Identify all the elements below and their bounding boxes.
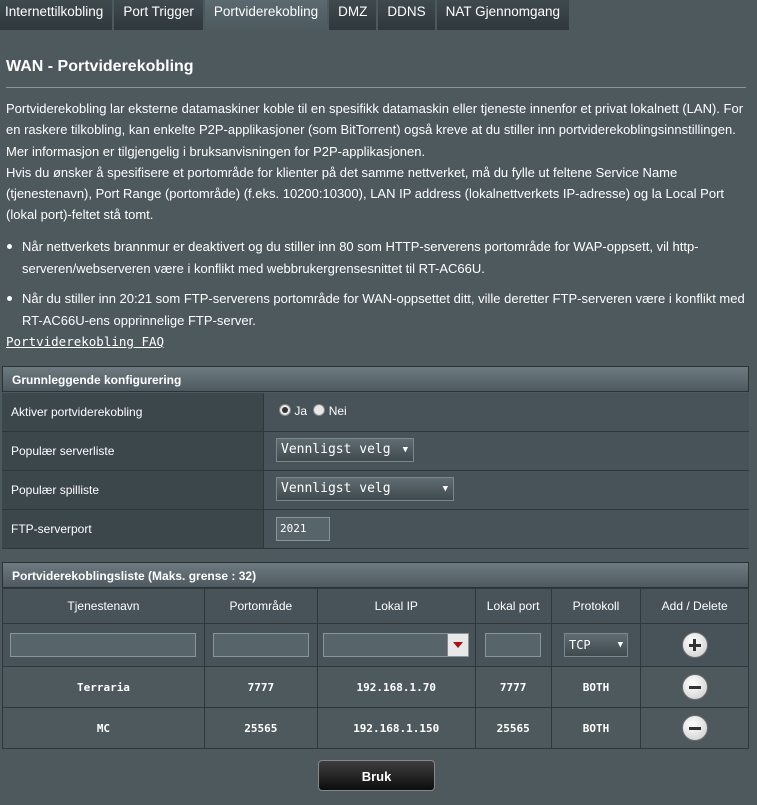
game-list-row: Populær spilliste Vennligst velg ▼: [2, 471, 749, 510]
delete-icon[interactable]: [681, 674, 708, 700]
service-name-input[interactable]: [10, 633, 197, 657]
col-protocol: Protokoll: [550, 588, 642, 624]
new-entry-row: TCP ▼: [2, 623, 749, 667]
cell-local-ip: 192.168.1.150: [316, 707, 476, 749]
radio-yes-label: Ja: [294, 404, 308, 418]
tab-ddns[interactable]: DDNS: [378, 0, 437, 30]
ftp-port-row: FTP-serverport 2021: [2, 510, 749, 549]
tab-bar: Internettilkobling Port Trigger Portvide…: [0, 0, 571, 30]
port-range-input[interactable]: [212, 633, 309, 657]
ip-dropdown-icon[interactable]: [447, 634, 469, 656]
cell-port-range: 7777: [203, 666, 318, 708]
forward-list-header: Portviderekoblingsliste (Maks. grense : …: [2, 562, 749, 588]
enable-radio-group: Ja Nei: [279, 404, 347, 418]
col-add-delete: Add / Delete: [640, 588, 749, 624]
game-list-label: Populær spilliste: [2, 471, 264, 509]
description: Portviderekobling lar eksterne datamaski…: [6, 98, 748, 226]
tab-internet[interactable]: Internettilkobling: [0, 0, 115, 30]
add-icon[interactable]: [681, 632, 708, 658]
protocol-value: TCP: [568, 638, 591, 652]
cell-port-range: 25565: [203, 707, 318, 749]
col-port-range: Portområde: [203, 588, 318, 624]
enable-row: Aktiver portviderekobling Ja Nei: [2, 393, 749, 432]
radio-yes[interactable]: [279, 404, 291, 416]
cell-local-port: 25565: [474, 707, 552, 749]
server-list-row: Populær serverliste Vennligst velg ▼: [2, 432, 749, 471]
local-ip-input[interactable]: [323, 633, 470, 657]
local-port-input[interactable]: [485, 633, 542, 657]
note-item: Når du stiller inn 20:21 som FTP-servere…: [6, 288, 748, 331]
dropdown-arrow-icon: ▼: [402, 445, 408, 455]
tab-nat-passthrough[interactable]: NAT Gjennomgang: [436, 0, 571, 30]
cell-service-name: Terraria: [2, 666, 205, 708]
server-list-value: Vennligst velg: [281, 442, 391, 457]
apply-button[interactable]: Bruk: [318, 760, 435, 791]
dropdown-arrow-icon: ▼: [442, 484, 448, 494]
server-list-select[interactable]: Vennligst velg ▼: [276, 438, 414, 462]
cell-service-name: MC: [2, 707, 205, 749]
description-paragraph: Portviderekobling lar eksterne datamaski…: [6, 101, 744, 159]
table-row: MC 25565 192.168.1.150 25565 BOTH: [2, 707, 749, 749]
tab-port-forwarding[interactable]: Portviderekobling: [204, 0, 330, 30]
notes-list: Når nettverkets brannmur er deaktivert o…: [6, 236, 748, 340]
forward-list-table: Tjenestenavn Portområde Lokal IP Lokal p…: [2, 588, 749, 749]
cell-protocol: BOTH: [550, 707, 642, 749]
faq-link[interactable]: Portviderekobling FAQ: [6, 334, 164, 349]
radio-no[interactable]: [313, 404, 326, 416]
server-list-label: Populær serverliste: [2, 432, 264, 470]
basic-config-header: Grunnleggende konfigurering: [2, 366, 749, 392]
game-list-select[interactable]: Vennligst velg ▼: [276, 477, 454, 501]
cell-protocol: BOTH: [550, 666, 642, 708]
tab-port-trigger[interactable]: Port Trigger: [114, 0, 205, 30]
tab-dmz[interactable]: DMZ: [329, 0, 379, 30]
dropdown-arrow-icon: ▼: [617, 640, 623, 650]
ftp-port-input[interactable]: 2021: [276, 517, 330, 541]
title-divider: [6, 87, 746, 88]
game-list-value: Vennligst velg: [281, 481, 391, 496]
cell-local-ip: 192.168.1.70: [316, 666, 476, 708]
page-title: WAN - Portviderekobling: [6, 58, 194, 75]
ftp-port-label: FTP-serverport: [2, 510, 264, 548]
table-row: Terraria 7777 192.168.1.70 7777 BOTH: [2, 666, 749, 708]
enable-label: Aktiver portviderekobling: [2, 393, 264, 431]
cell-local-port: 7777: [474, 666, 552, 708]
description-paragraph: Hvis du ønsker å spesifisere et portområ…: [6, 164, 725, 223]
radio-no-label: Nei: [328, 404, 347, 418]
col-local-port: Lokal port: [474, 588, 552, 624]
note-item: Når nettverkets brannmur er deaktivert o…: [6, 236, 748, 279]
protocol-select[interactable]: TCP ▼: [563, 633, 628, 657]
col-service-name: Tjenestenavn: [2, 588, 205, 624]
col-local-ip: Lokal IP: [316, 588, 476, 624]
table-header-row: Tjenestenavn Portområde Lokal IP Lokal p…: [2, 588, 749, 624]
delete-icon[interactable]: [681, 715, 708, 741]
